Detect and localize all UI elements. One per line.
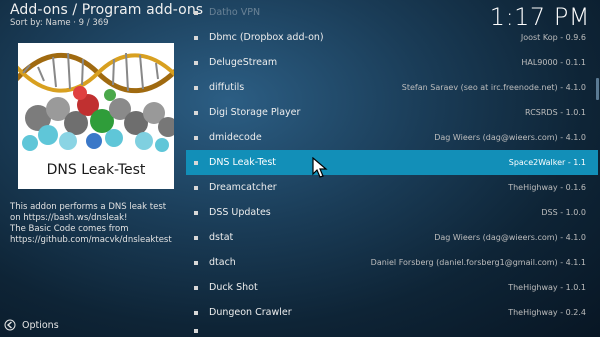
list-item[interactable]: Datho VPN [186,0,598,25]
bullet-square-icon [194,135,198,140]
bullet-square-icon [194,329,198,333]
addon-description: This addon performs a DNS leak test on h… [10,202,185,246]
list-item[interactable]: diffutils Stefan Saraev (seo at irc.free… [186,75,598,100]
addon-author-version: Stefan Saraev (seo at irc.freenode.net) … [401,83,586,92]
description-line: This addon performs a DNS leak test [10,202,167,212]
list-item[interactable]: dtach Daniel Forsberg (daniel.forsberg1@… [186,250,598,275]
addon-author-version: HAL9000 - 0.1.1 [521,58,586,67]
list-item[interactable]: Dungeon Crawler TheHighway - 0.2.4 [186,300,598,325]
list-item[interactable]: Dreamcatcher TheHighway - 0.1.6 [186,175,598,200]
addon-author-version: Dag Wieers (dag@wieers.com) - 4.1.0 [434,133,586,142]
bullet-square-icon [194,310,198,315]
description-line: on https://bash.ws/dnsleak! [10,213,128,223]
bullet-square-icon [194,235,198,240]
addon-name: DNS Leak-Test [209,157,277,168]
addon-name: Digi Storage Player [209,107,301,118]
list-item[interactable]: DelugeStream HAL9000 - 0.1.1 [186,50,598,75]
addon-name: DSS Updates [209,207,271,218]
list-item[interactable]: DSS Updates DSS - 1.0.0 [186,200,598,225]
addon-author-version: TheHighway - 0.2.4 [508,308,586,317]
addon-name: DelugeStream [209,57,278,68]
addon-author-version: Space2Walker - 1.1 [508,158,586,167]
bullet-square-icon [194,85,198,90]
addon-author-version: Daniel Forsberg (daniel.forsberg1@gmail.… [370,258,586,267]
list-item-selected[interactable]: DNS Leak-Test Space2Walker - 1.1 [186,150,598,175]
list-item[interactable]: Dbmc (Dropbox add-on) Joost Kop - 0.9.6 [186,25,598,50]
list-item[interactable]: dstat Dag Wieers (dag@wieers.com) - 4.1.… [186,225,598,250]
addon-name: Dungeon Crawler [209,307,292,318]
addon-name: Dreamcatcher [209,182,277,193]
sort-info[interactable]: Sort by: Name · 9 / 369 [10,18,109,28]
options-label: Options [22,319,59,331]
options-arrow-icon [4,319,16,331]
bullet-square-icon [194,185,198,190]
addon-name: Dbmc (Dropbox add-on) [209,32,324,43]
addon-name: Datho VPN [209,7,261,18]
mouse-pointer-icon [312,157,328,178]
bullet-square-icon [194,285,198,290]
addon-author-version: TheHighway - 1.0.1 [508,283,586,292]
addon-name: Duck Shot [209,282,258,293]
list-item[interactable]: Duck Shot TheHighway - 1.0.1 [186,275,598,300]
addon-author-version: Dag Wieers (dag@wieers.com) - 4.1.0 [434,233,586,242]
addon-author-version: Joost Kop - 0.9.6 [520,33,586,42]
list-item[interactable]: Digi Storage Player RCSRDS - 1.0.1 [186,100,598,125]
addon-name: diffutils [209,82,245,93]
thumbnail-caption: DNS Leak-Test [46,162,146,178]
addon-author-version: TheHighway - 0.1.6 [508,183,586,192]
bullet-square-icon [194,210,198,215]
bullet-square-icon [194,260,198,265]
bullet-square-icon [194,160,198,165]
addon-thumbnail: DNS Leak-Test [18,43,174,189]
addon-author-version: RCSRDS - 1.0.1 [525,108,586,117]
list-item-partial [186,325,598,337]
addon-list: Datho VPN Dbmc (Dropbox add-on) Joost Ko… [186,0,600,337]
list-item[interactable]: dmidecode Dag Wieers (dag@wieers.com) - … [186,125,598,150]
addon-name: dmidecode [209,132,262,143]
addon-name: dstat [209,232,234,243]
list-scrollbar[interactable] [596,78,599,100]
page-title: Add-ons / Program add-ons [10,2,204,18]
bullet-square-icon [194,60,198,65]
bullet-square-icon [194,110,198,115]
kodi-addons-window: Add-ons / Program add-ons Sort by: Name … [0,0,600,337]
bullet-square-icon [194,10,198,15]
addon-author-version: DSS - 1.0.0 [541,208,586,217]
description-line: The Basic Code comes from [10,224,129,234]
description-line: https://github.com/macvk/dnsleaktest [10,235,172,245]
options-button[interactable]: Options [4,318,59,332]
addon-name: dtach [209,257,236,268]
bullet-square-icon [194,35,198,40]
